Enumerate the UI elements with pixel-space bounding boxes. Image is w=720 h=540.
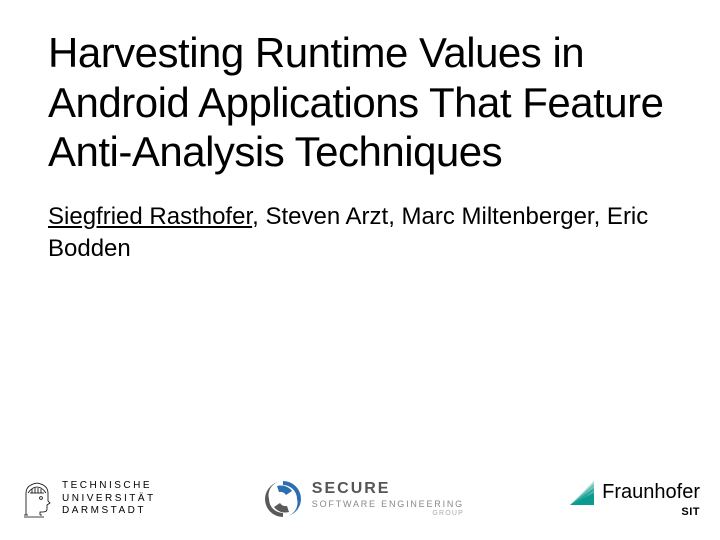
fraunhofer-mark-icon <box>570 481 594 505</box>
presenting-author: Siegfried Rasthofer <box>48 203 252 230</box>
swirl-icon <box>262 478 304 520</box>
tud-line3: DARMSTADT <box>62 505 156 518</box>
logo-row: TECHNISCHE UNIVERSITÄT DARMSTADT SECURE … <box>0 478 720 520</box>
sse-line1: SECURE <box>312 481 464 497</box>
slide-title: Harvesting Runtime Values in Android App… <box>48 28 672 177</box>
athena-icon <box>20 479 54 519</box>
fraunhofer-unit: SIT <box>681 506 700 518</box>
tu-darmstadt-text: TECHNISCHE UNIVERSITÄT DARMSTADT <box>62 480 156 518</box>
sse-logo: SECURE SOFTWARE ENGINEERING GROUP <box>262 478 464 520</box>
sse-text: SECURE SOFTWARE ENGINEERING GROUP <box>312 481 464 518</box>
fraunhofer-logo: Fraunhofer SIT <box>570 481 700 518</box>
author-list: Siegfried Rasthofer, Steven Arzt, Marc M… <box>48 201 672 266</box>
slide: Harvesting Runtime Values in Android App… <box>0 0 720 540</box>
sse-line2: SOFTWARE ENGINEERING <box>312 499 464 510</box>
tud-line2: UNIVERSITÄT <box>62 493 156 506</box>
tud-line1: TECHNISCHE <box>62 480 156 493</box>
fraunhofer-name: Fraunhofer <box>602 481 700 504</box>
tu-darmstadt-logo: TECHNISCHE UNIVERSITÄT DARMSTADT <box>20 479 156 519</box>
fraunhofer-row: Fraunhofer <box>570 481 700 505</box>
sse-group: GROUP <box>312 510 464 517</box>
